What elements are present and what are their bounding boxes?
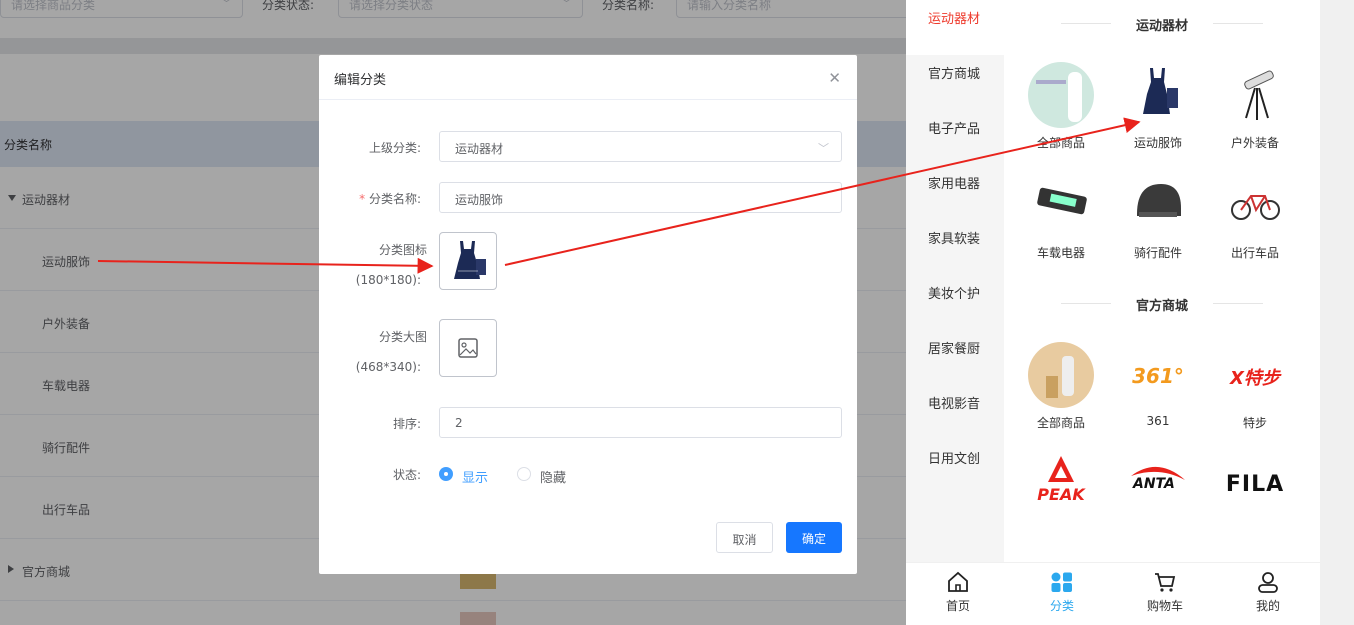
cart-icon [1155,573,1176,592]
icon-label: 分类图标 [378,243,427,257]
category-name-label-text: 分类名称: [368,192,421,206]
category-label: 特步 [1242,416,1267,430]
car-mirror-icon [1037,187,1087,215]
mobile-preview: 运动器材 官方商城 电子产品 家用电器 家具软装 美妆个护 居家餐厨 电视影音 … [906,0,1320,625]
cancel-button[interactable]: 取消 [716,522,773,553]
sort-label: 排序: [392,417,421,431]
tab-mine[interactable]: 我的 [1233,571,1303,614]
close-icon[interactable]: ✕ [828,69,841,87]
category-label: 运动服饰 [1133,136,1182,150]
brand-anta-logo: ANTA [1125,452,1191,518]
image-placeholder-icon [458,338,478,358]
sidebar-item[interactable]: 电视影音 [906,385,1004,440]
all-goods-thumbnail [1028,342,1094,408]
anta-text: ANTA [1133,476,1175,492]
chevron-down-icon: ﹀ [818,142,829,155]
category-item[interactable]: X特步 特步 [1215,342,1295,431]
category-item[interactable]: ANTA [1118,452,1198,518]
peak-text: PEAK [1037,485,1085,504]
all-goods-thumbnail [1028,62,1094,128]
category-item[interactable]: FILA [1215,452,1295,518]
category-item[interactable]: 出行车品 [1215,172,1295,261]
brand-361-logo: 361° [1132,364,1184,388]
page-margin [1320,0,1354,625]
sort-value: 2 [455,416,463,430]
category-item[interactable]: 运动服饰 [1118,62,1198,151]
radio-show-label: 显示 [462,471,489,486]
edit-category-dialog: 编辑分类 ✕ 上级分类: 运动器材 ﹀ * 分类名称: 运动服饰 分类图标 (1… [319,55,857,574]
status-label: 状态: [392,468,421,482]
section-divider [1213,23,1263,24]
category-label: 车载电器 [1036,246,1085,260]
required-mark: * [359,192,366,206]
category-label: 361 [1146,414,1170,428]
sort-input[interactable]: 2 [439,407,842,438]
brand-fila-logo: FILA [1225,472,1285,497]
category-name-input[interactable]: 运动服饰 [439,182,842,213]
tab-category[interactable]: 分类 [1027,571,1097,614]
category-item[interactable]: 361° 361 [1118,342,1198,428]
sidebar-item[interactable]: 家具软装 [906,220,1004,275]
section-divider [1061,303,1111,304]
icon-size-hint: (180*180): [355,273,421,287]
dialog-title: 编辑分类 [334,73,387,88]
sidebar-item[interactable]: 家用电器 [906,165,1004,220]
dress-icon [1143,68,1178,114]
category-label: 户外装备 [1230,136,1279,150]
category-label: 全部商品 [1036,136,1085,150]
category-item[interactable]: PEAK [1021,452,1101,518]
tab-label: 我的 [1255,599,1280,613]
confirm-button[interactable]: 确定 [786,522,842,553]
brand-peak-logo: PEAK [1028,452,1094,518]
category-label: 全部商品 [1036,416,1085,430]
sidebar-item[interactable]: 美妆个护 [906,275,1004,330]
user-icon [1258,572,1278,593]
tab-label: 首页 [945,599,970,613]
parent-category-label: 上级分类: [368,141,421,155]
category-label: 骑行配件 [1133,246,1182,260]
sidebar-item[interactable]: 电子产品 [906,110,1004,165]
bicycle-icon [1231,195,1280,220]
parent-category-value: 运动器材 [455,142,504,156]
peak-mark-icon [1048,456,1074,482]
dress-icon [454,241,486,279]
radio-checked-icon [439,467,453,481]
brand-xtep-logo: X特步 [1230,368,1280,389]
category-item[interactable]: 全部商品 [1021,62,1101,151]
section-divider [1213,303,1263,304]
section-divider [1061,23,1111,24]
category-item[interactable]: 全部商品 [1021,342,1101,431]
tab-home[interactable]: 首页 [923,571,993,614]
sidebar-item[interactable]: 官方商城 [906,55,1004,110]
bigimg-upload[interactable] [439,319,497,377]
category-item[interactable]: 车载电器 [1021,172,1101,261]
telescope-icon [1244,70,1274,120]
category-item[interactable]: 户外装备 [1215,62,1295,151]
category-grid-icon [1051,572,1072,592]
section-title: 运动器材 [1135,19,1188,34]
category-item[interactable]: 骑行配件 [1118,172,1198,261]
home-icon [948,571,968,592]
tab-cart[interactable]: 购物车 [1130,571,1200,614]
category-label: 出行车品 [1230,246,1279,260]
helmet-icon [1137,184,1181,217]
tab-label: 购物车 [1146,599,1183,613]
bottom-tab-bar: 首页 分类 购物车 我的 [906,562,1320,625]
bigimg-label: 分类大图 [378,330,427,344]
icon-upload[interactable] [439,232,497,290]
category-name-label: * 分类名称: [339,190,421,207]
radio-hide-label: 隐藏 [540,471,567,486]
parent-category-select[interactable]: 运动器材 ﹀ [439,131,842,162]
radio-unchecked-icon [517,467,531,481]
section-title: 官方商城 [1135,299,1188,314]
sidebar-item[interactable]: 运动器材 [906,0,1004,55]
dialog-divider [319,99,857,100]
category-name-value: 运动服饰 [455,193,504,207]
sidebar-item[interactable]: 居家餐厨 [906,330,1004,385]
category-sidebar: 运动器材 官方商城 电子产品 家用电器 家具软装 美妆个护 居家餐厨 电视影音 … [906,0,1004,562]
tab-label: 分类 [1049,599,1074,613]
sidebar-item[interactable]: 日用文创 [906,440,1004,495]
bigimg-size-hint: (468*340): [355,360,421,374]
